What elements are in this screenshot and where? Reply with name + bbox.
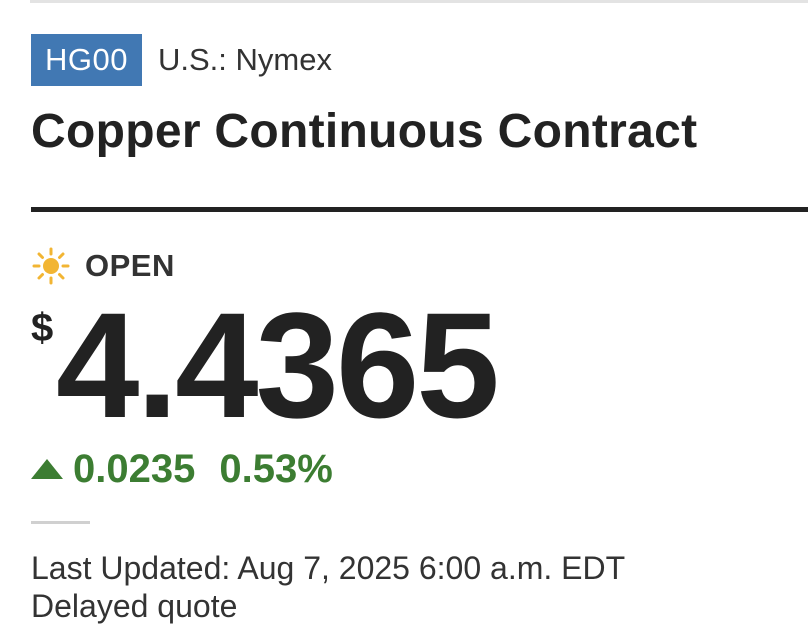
- last-updated: Last Updated: Aug 7, 2025 6:00 a.m. EDT: [31, 550, 626, 586]
- instrument-title: Copper Continuous Contract: [31, 105, 698, 158]
- up-arrow-icon: [31, 459, 63, 479]
- change-percent: 0.53%: [219, 446, 333, 491]
- price-change: 0.0235 0.53%: [31, 446, 333, 492]
- delayed-quote-note: Delayed quote: [31, 588, 238, 624]
- price-value: 4.4365: [56, 281, 500, 449]
- change-value: 0.0235: [73, 446, 196, 491]
- currency-symbol: $: [31, 306, 54, 350]
- short-divider: [31, 521, 90, 524]
- sun-icon: [31, 246, 71, 286]
- exchange-label: U.S.: Nymex: [157, 42, 332, 77]
- title-divider: [31, 207, 808, 212]
- ticker-row: HG00 U.S.: Nymex: [31, 34, 332, 86]
- ticker-badge[interactable]: HG00: [31, 34, 142, 86]
- status-label: OPEN: [85, 248, 175, 283]
- top-divider: [30, 0, 808, 3]
- market-status: OPEN: [31, 246, 175, 286]
